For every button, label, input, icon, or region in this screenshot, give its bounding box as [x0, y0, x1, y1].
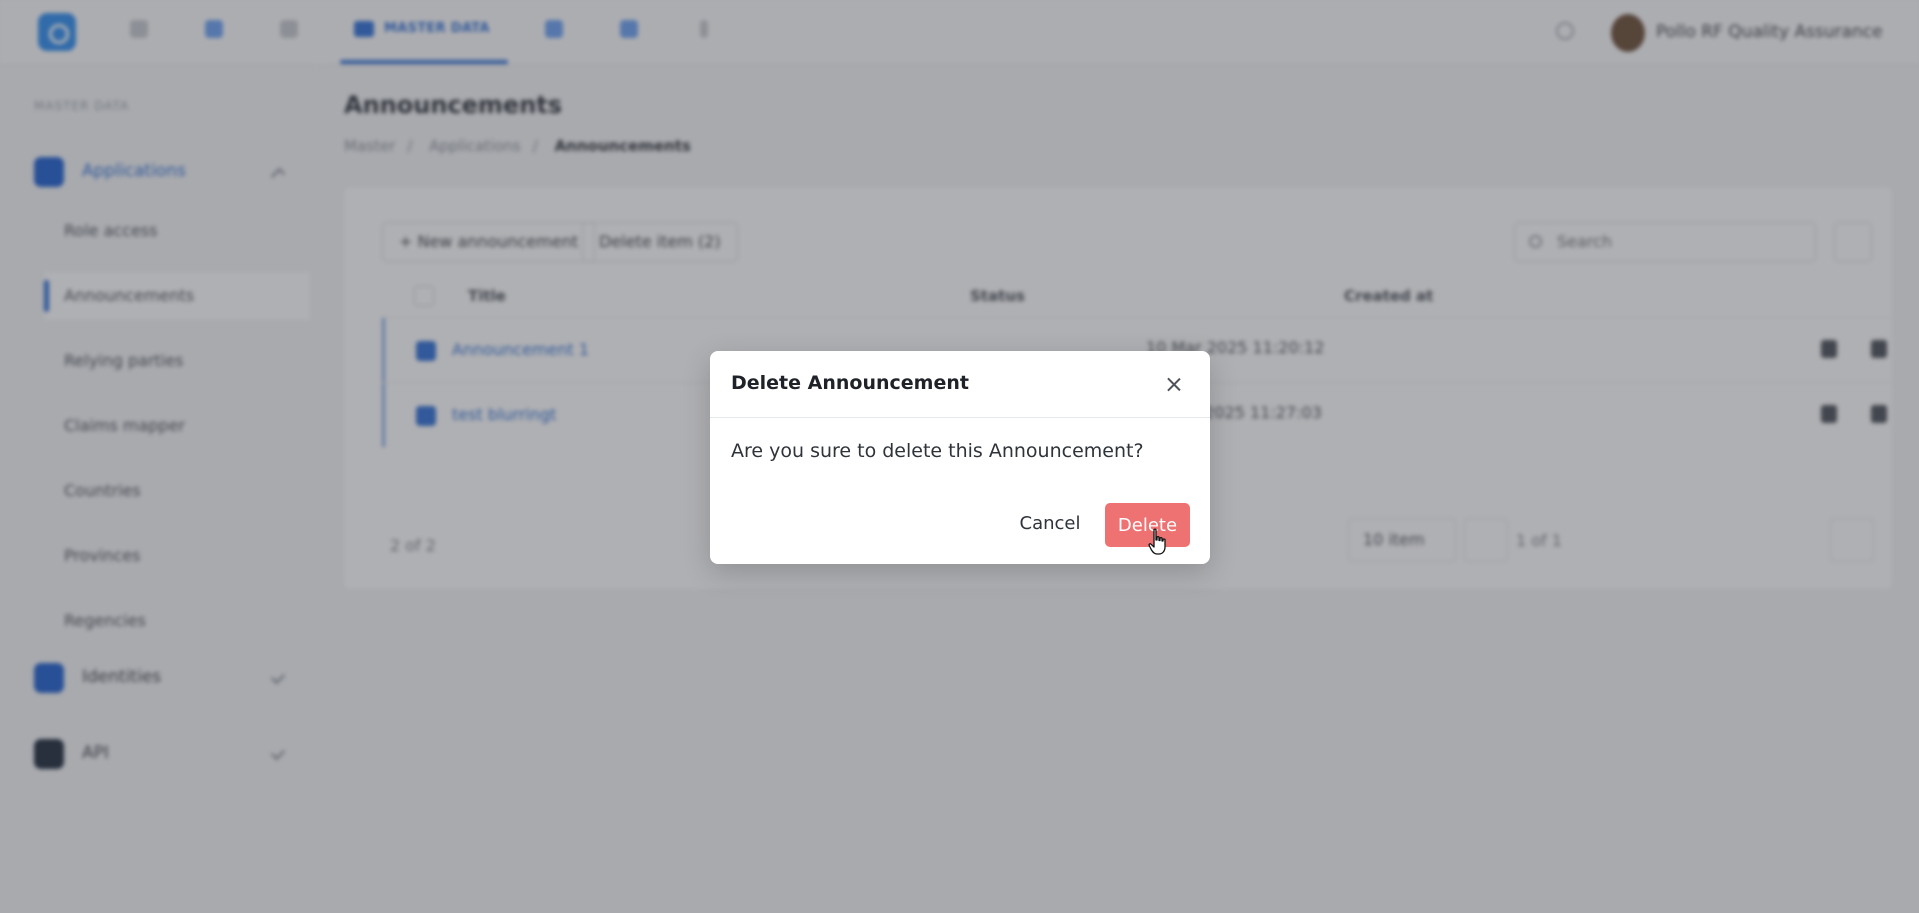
dialog-title: Delete Announcement	[731, 372, 969, 394]
dialog-header: Delete Announcement	[710, 351, 1210, 418]
close-icon[interactable]	[1162, 373, 1186, 397]
dialog-message: Are you sure to delete this Announcement…	[731, 440, 1144, 462]
delete-confirm-dialog: Delete Announcement Are you sure to dele…	[710, 351, 1210, 564]
cancel-button[interactable]: Cancel	[1013, 503, 1087, 543]
hand-pointer-icon	[1148, 528, 1166, 555]
